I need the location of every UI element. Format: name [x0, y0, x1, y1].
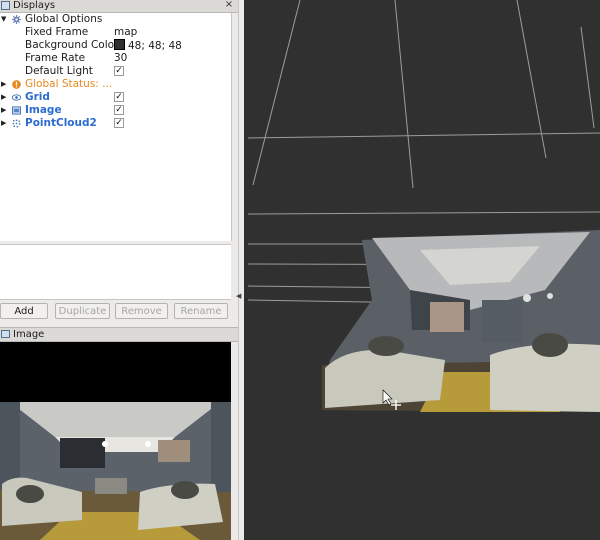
image-panel-titlebar[interactable]: Image [0, 327, 238, 342]
tree-label: PointCloud2 [25, 117, 97, 129]
tree-row-fixed-frame[interactable]: Fixed Frame map [0, 26, 231, 39]
gear-icon [12, 15, 21, 24]
camera-image-view [0, 342, 231, 540]
displays-titlebar[interactable]: Displays × [0, 0, 238, 13]
tree-label: Frame Rate [25, 52, 86, 64]
grid-checkbox[interactable]: ✓ [114, 92, 124, 102]
tree-label: Default Light [25, 65, 93, 77]
left-dock: Displays × ▼ Global Options Fixed Frame … [0, 0, 238, 540]
tree-row-pointcloud2[interactable]: ▶ PointCloud2 ✓ [0, 117, 231, 130]
displays-title: Displays [13, 0, 56, 11]
tree-row-image[interactable]: ▶ Image ✓ [0, 104, 231, 117]
color-swatch[interactable] [114, 39, 125, 50]
monitor-icon [1, 1, 10, 10]
pointcloud-icon [12, 119, 21, 128]
close-icon[interactable]: × [224, 0, 234, 11]
duplicate-button[interactable]: Duplicate [55, 303, 110, 319]
chevron-down-icon[interactable]: ▼ [1, 13, 6, 26]
tree-row-global-status[interactable]: ▶ Global Status: ... [0, 78, 231, 91]
chevron-right-icon[interactable]: ▶ [1, 104, 6, 117]
tree-label: Grid [25, 91, 50, 103]
tree-label: Image [25, 104, 62, 116]
default-light-checkbox[interactable]: ✓ [114, 66, 124, 76]
camera-image [0, 342, 231, 540]
tree-row-background-color[interactable]: Background Color 48; 48; 48 [0, 39, 231, 52]
tree-row-frame-rate[interactable]: Frame Rate 30 [0, 52, 231, 65]
image-panel-icon [1, 330, 10, 338]
scene-canvas[interactable] [244, 0, 600, 540]
chevron-right-icon[interactable]: ▶ [1, 78, 6, 91]
warning-icon [12, 80, 21, 89]
displays-button-row: Add Duplicate Remove Rename [0, 303, 232, 319]
tree-row-default-light[interactable]: Default Light ✓ [0, 65, 231, 78]
tree-row-global-options[interactable]: ▼ Global Options [0, 13, 231, 26]
fixed-frame-value[interactable]: map [114, 26, 137, 39]
tree-label: Fixed Frame [25, 26, 89, 38]
pointcloud2-checkbox[interactable]: ✓ [114, 118, 124, 128]
chevron-right-icon[interactable]: ▶ [1, 91, 6, 104]
collapse-left-icon[interactable]: ◀ [236, 292, 241, 300]
render-3d-viewport[interactable] [244, 0, 600, 540]
frame-rate-value[interactable]: 30 [114, 52, 127, 65]
description-area [0, 244, 231, 300]
background-color-value[interactable]: 48; 48; 48 [114, 39, 182, 53]
tree-label: Global Options [25, 13, 103, 25]
image-checkbox[interactable]: ✓ [114, 105, 124, 115]
tree-label: Global Status: ... [25, 78, 113, 90]
rename-button[interactable]: Rename [174, 303, 228, 319]
image-panel-title: Image [13, 329, 45, 340]
tree-label: Background Color [25, 39, 119, 51]
image-icon [12, 106, 21, 115]
tree-row-grid[interactable]: ▶ Grid ✓ [0, 91, 231, 104]
add-button[interactable]: Add [0, 303, 48, 319]
displays-tree: ▼ Global Options Fixed Frame map Backgro… [0, 13, 232, 241]
chevron-right-icon[interactable]: ▶ [1, 117, 6, 130]
remove-button[interactable]: Remove [115, 303, 168, 319]
grid-icon [12, 94, 21, 101]
background-color-text: 48; 48; 48 [128, 40, 182, 52]
